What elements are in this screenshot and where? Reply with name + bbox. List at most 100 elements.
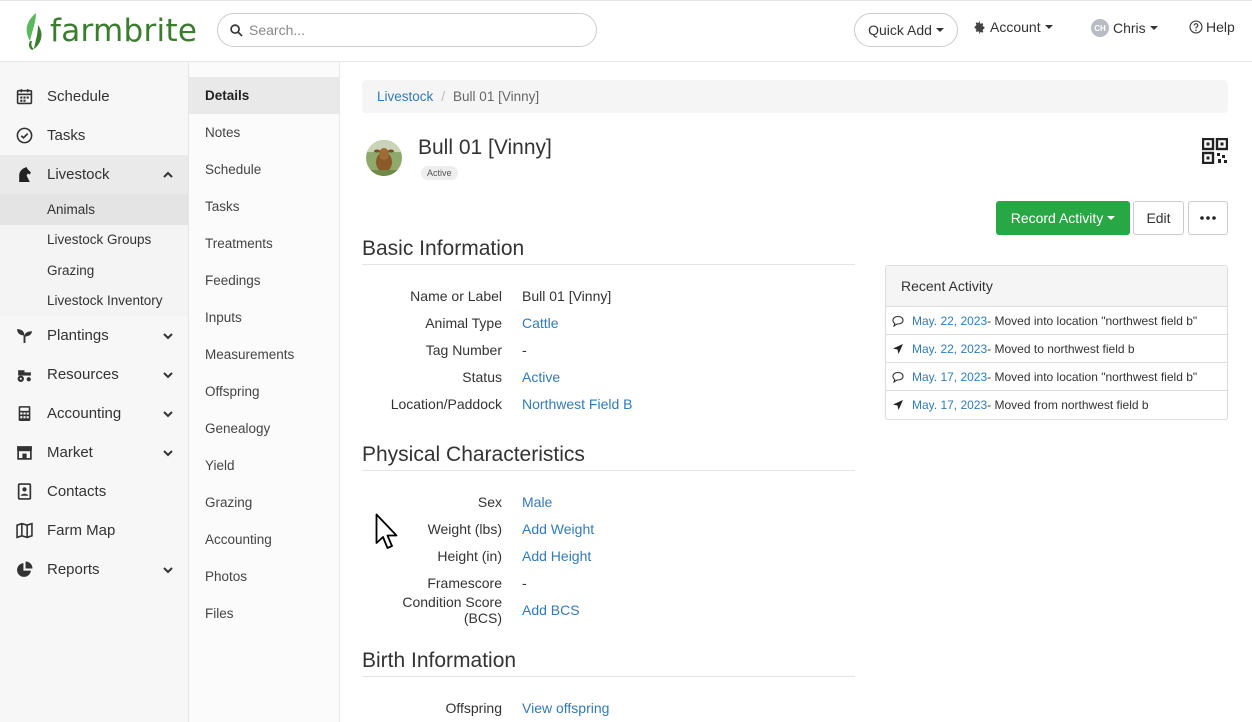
edit-button[interactable]: Edit (1133, 201, 1184, 235)
pie-chart-icon (16, 561, 32, 577)
sidebar-item-accounting[interactable]: Accounting (0, 394, 188, 433)
sidebar-item-label: Schedule (47, 88, 110, 105)
sidebar-item-farm-map[interactable]: Farm Map (0, 511, 188, 550)
field-row-location: Location/Paddock Northwest Field B (362, 390, 855, 417)
farmbrite-logo[interactable]: farmbrite (22, 9, 197, 53)
activity-text: - Moved into location "northwest field b… (987, 313, 1198, 328)
view-offspring-link[interactable]: View offspring (522, 700, 609, 716)
caret-down-icon (935, 28, 944, 32)
sidebar-item-label: Reports (47, 561, 100, 578)
ellipsis-icon (1200, 216, 1216, 220)
quick-add-button[interactable]: Quick Add (854, 13, 958, 47)
sidebar-subitem-livestock-inventory[interactable]: Livestock Inventory (0, 285, 188, 316)
basic-info-heading: Basic Information (362, 237, 855, 265)
field-row-weight: Weight (lbs) Add Weight (362, 515, 855, 542)
field-row-offspring: Offspring View offspring (362, 694, 855, 721)
tab-feedings[interactable]: Feedings (189, 262, 339, 299)
add-weight-link[interactable]: Add Weight (522, 521, 594, 537)
chevron-down-icon (163, 333, 173, 340)
sidebar-item-label: Plantings (47, 327, 109, 344)
activity-date-link[interactable]: May. 22, 2023 (912, 314, 987, 328)
search-box[interactable] (217, 13, 597, 47)
animal-photo-image (366, 140, 402, 176)
activity-date-link[interactable]: May. 17, 2023 (912, 398, 987, 412)
field-row-sex: Sex Male (362, 488, 855, 515)
list-item: May. 22, 2023 - Moved to northwest field… (886, 335, 1227, 363)
search-icon (230, 23, 243, 37)
field-label: Name or Label (410, 287, 502, 304)
qr-code-icon[interactable] (1202, 138, 1228, 164)
sex-link[interactable]: Male (522, 494, 552, 510)
sidebar-item-resources[interactable]: Resources (0, 355, 188, 394)
caret-down-icon (1044, 25, 1053, 29)
help-link[interactable]: Help (1189, 19, 1235, 35)
mouse-cursor-icon (375, 513, 398, 549)
sidebar-subitem-grazing[interactable]: Grazing (0, 255, 188, 286)
user-menu[interactable]: CH Chris (1091, 19, 1158, 37)
location-arrow-icon (893, 400, 903, 410)
record-activity-button[interactable]: Record Activity (996, 201, 1130, 235)
tab-yield[interactable]: Yield (189, 447, 339, 484)
sidebar-item-label: Tasks (47, 127, 86, 144)
list-item: May. 17, 2023 - Moved from northwest fie… (886, 391, 1227, 419)
horse-icon (18, 167, 31, 182)
main-content: Livestock / Bull 01 [Vinny] Bull 01 [Vin… (340, 62, 1252, 722)
sidebar-subitem-livestock-groups[interactable]: Livestock Groups (0, 224, 188, 255)
list-item: May. 22, 2023 - Moved into location "nor… (886, 307, 1227, 335)
field-row-animal-type: Animal Type Cattle (362, 309, 855, 336)
tab-schedule[interactable]: Schedule (189, 151, 339, 188)
field-value: - (522, 341, 527, 358)
sidebar-item-plantings[interactable]: Plantings (0, 316, 188, 355)
sidebar-item-reports[interactable]: Reports (0, 550, 188, 589)
field-row-status: Status Active (362, 363, 855, 390)
animal-photo[interactable] (366, 140, 402, 176)
sidebar-item-livestock[interactable]: Livestock (0, 155, 188, 194)
chevron-down-icon (163, 411, 173, 418)
tab-accounting[interactable]: Accounting (189, 521, 339, 558)
sidebar-item-contacts[interactable]: Contacts (0, 472, 188, 511)
sidebar-item-schedule[interactable]: Schedule (0, 77, 188, 116)
caret-down-icon (1107, 216, 1116, 220)
tab-treatments[interactable]: Treatments (189, 225, 339, 262)
chevron-down-icon (163, 450, 173, 457)
add-bcs-link[interactable]: Add BCS (522, 602, 580, 618)
field-row-bcs: Condition Score (BCS) Add BCS (362, 593, 855, 626)
breadcrumb: Livestock / Bull 01 [Vinny] (362, 80, 1228, 113)
more-options-button[interactable] (1188, 201, 1228, 235)
account-menu[interactable]: Account (973, 19, 1053, 35)
field-label: Status (462, 368, 502, 385)
comment-icon (892, 371, 904, 383)
calendar-icon (16, 89, 32, 105)
tab-details[interactable]: Details (189, 77, 339, 114)
sidebar-item-tasks[interactable]: Tasks (0, 116, 188, 155)
search-input[interactable] (249, 22, 569, 38)
top-header: farmbrite Quick Add Account CH Chris Hel… (0, 0, 1252, 62)
tab-notes[interactable]: Notes (189, 114, 339, 151)
breadcrumb-livestock-link[interactable]: Livestock (377, 89, 433, 104)
animal-subnav: Details Notes Schedule Tasks Treatments … (189, 62, 340, 722)
location-link[interactable]: Northwest Field B (522, 396, 632, 412)
leaf-logo-icon (26, 13, 42, 50)
tab-offspring[interactable]: Offspring (189, 373, 339, 410)
activity-date-link[interactable]: May. 22, 2023 (912, 342, 987, 356)
tab-genealogy[interactable]: Genealogy (189, 410, 339, 447)
activity-date-link[interactable]: May. 17, 2023 (912, 370, 987, 384)
sidebar-item-market[interactable]: Market (0, 433, 188, 472)
caret-down-icon (1149, 26, 1158, 30)
brand-name: farmbrite (50, 13, 198, 49)
sidebar-item-label: Contacts (47, 483, 107, 500)
tab-grazing[interactable]: Grazing (189, 484, 339, 521)
tab-tasks[interactable]: Tasks (189, 188, 339, 225)
field-label: Condition Score (BCS) (402, 593, 502, 626)
status-link[interactable]: Active (522, 369, 560, 385)
page-title: Bull 01 [Vinny] (418, 136, 552, 159)
field-row-tag-number: Tag Number - (362, 336, 855, 363)
tab-inputs[interactable]: Inputs (189, 299, 339, 336)
tab-measurements[interactable]: Measurements (189, 336, 339, 373)
activity-text: - Moved into location "northwest field b… (987, 369, 1198, 384)
sidebar-subitem-animals[interactable]: Animals (0, 194, 188, 225)
animal-type-link[interactable]: Cattle (522, 315, 559, 331)
tab-files[interactable]: Files (189, 595, 339, 632)
add-height-link[interactable]: Add Height (522, 548, 591, 564)
tab-photos[interactable]: Photos (189, 558, 339, 595)
